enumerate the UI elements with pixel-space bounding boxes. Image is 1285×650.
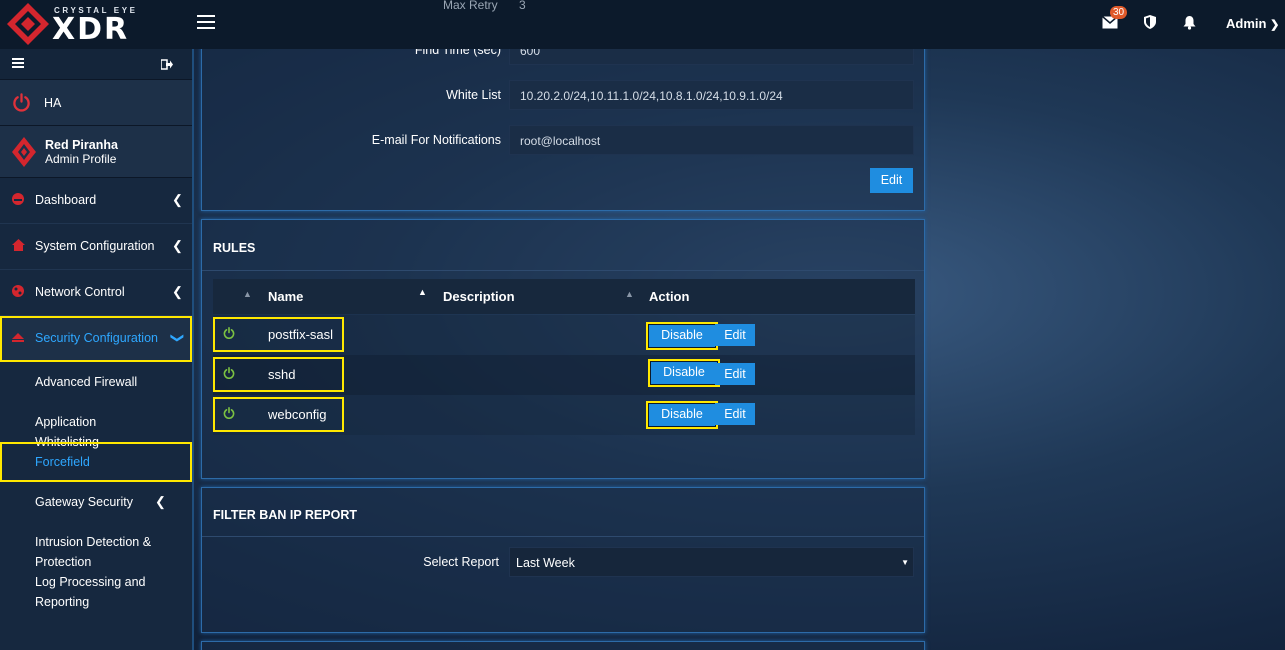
mail-count-badge: 30 [1110, 6, 1128, 19]
sidebar-subitem-application-whitelisting[interactable]: Application Whitelisting [0, 402, 192, 449]
profile-role: Admin Profile [45, 152, 117, 166]
power-icon [13, 93, 30, 112]
sidebar-item-dashboard[interactable]: Dashboard ❮ [0, 178, 192, 224]
sidebar-subitem-intrusion-detection[interactable]: Intrusion Detection & Protection [0, 522, 192, 569]
sidebar-item-label: Dashboard [35, 193, 97, 207]
report-select-value: Last Week [516, 556, 575, 570]
sidebar-subitem-label: Advanced Firewall [35, 375, 138, 389]
rules-table-header: ▲ Name ▲ Description ▲ Action [213, 279, 915, 314]
column-header-description[interactable]: Description [443, 289, 515, 304]
sidebar-item-label: Network Control [35, 285, 125, 299]
security-cap-icon [12, 333, 24, 342]
white-list-field[interactable]: 10.20.2.0/24,10.11.1.0/24,10.8.1.0/24,10… [509, 80, 914, 110]
sidebar-subitem-forcefield[interactable]: Forcefield [0, 442, 192, 482]
email-label: E-mail For Notifications [371, 133, 501, 147]
profile-name: Red Piranha [45, 138, 118, 152]
report-select[interactable]: Last Week ▼ [509, 547, 914, 577]
edit-button[interactable]: Edit [715, 324, 755, 346]
sidebar-item-system-configuration[interactable]: System Configuration ❮ [0, 224, 192, 270]
select-report-label: Select Report [423, 555, 499, 569]
chevron-left-icon: ❮ [172, 284, 183, 299]
white-list-label: White List [446, 88, 501, 102]
sort-icon[interactable]: ▲ [243, 289, 252, 299]
chevron-left-icon: ❮ [155, 494, 166, 509]
filter-ban-ip-report-panel: FILTER BAN IP REPORT Select Report Last … [201, 487, 925, 633]
sidebar-ha[interactable]: HA [0, 80, 192, 126]
rule-name-cell: sshd [213, 357, 344, 392]
sidebar-subitem-label: Forcefield [35, 455, 90, 469]
sidebar-subitem-log-processing[interactable]: Log Processing and Reporting [0, 562, 192, 609]
disable-button[interactable]: Disable [648, 359, 720, 387]
edit-button[interactable]: Edit [715, 363, 755, 385]
rule-name: webconfig [268, 407, 327, 422]
admin-label: Admin [1226, 16, 1267, 31]
sidebar-subitem-label: Gateway Security [35, 495, 133, 509]
home-icon [12, 239, 25, 251]
max-retry-label: Max Retry [443, 0, 498, 12]
settings-panel: Find Time (sec) 600 White List 10.20.2.0… [201, 30, 925, 211]
column-header-name[interactable]: Name [268, 289, 303, 304]
sidebar-profile[interactable]: Red Piranha Admin Profile [0, 126, 192, 178]
white-list-row: White List 10.20.2.0/24,10.11.1.0/24,10.… [202, 80, 926, 110]
dashboard-gauge-icon [12, 193, 24, 205]
edit-button[interactable]: Edit [715, 403, 755, 425]
rule-name-cell: webconfig [213, 397, 344, 432]
rules-title: RULES [213, 241, 256, 255]
email-row: E-mail For Notifications root@localhost [202, 125, 926, 155]
sort-asc-icon[interactable]: ▲ [418, 287, 427, 297]
next-panel-edge [201, 641, 925, 650]
profile-avatar-icon [12, 137, 36, 167]
sidebar-subitem-gateway-security[interactable]: Gateway Security ❮ [0, 482, 192, 522]
caret-down-icon: ▼ [901, 558, 909, 567]
logout-icon[interactable] [161, 59, 173, 70]
disable-button[interactable]: Disable [646, 401, 718, 429]
report-divider [202, 536, 924, 537]
sidebar-item-label: Security Configuration [35, 331, 158, 345]
rule-name: sshd [268, 367, 296, 382]
sort-icon[interactable]: ▲ [625, 289, 634, 299]
sidebar-subitem-label: Log Processing and Reporting [35, 575, 146, 609]
max-retry-value: 3 [519, 0, 526, 12]
rule-name-cell: postfix-sasl [213, 317, 344, 352]
hamburger-menu-icon[interactable] [197, 15, 215, 31]
sidebar-toolbar [0, 49, 192, 80]
report-title: FILTER BAN IP REPORT [213, 508, 357, 522]
ha-label: HA [44, 96, 62, 110]
sidebar-item-network-control[interactable]: Network Control ❮ [0, 270, 192, 316]
network-globe-icon [12, 285, 24, 297]
shield-icon[interactable] [1144, 15, 1156, 29]
rules-divider [202, 270, 924, 271]
power-icon[interactable] [223, 407, 235, 419]
settings-edit-button[interactable]: Edit [870, 168, 913, 193]
power-icon[interactable] [223, 327, 235, 339]
rules-panel: RULES ▲ Name ▲ Description ▲ Action post… [201, 219, 925, 479]
power-icon[interactable] [223, 367, 235, 379]
logo-mark-icon [7, 3, 49, 45]
rule-name: postfix-sasl [268, 327, 334, 342]
chevron-down-icon: ❯ [170, 332, 186, 344]
logo[interactable]: CRYSTAL EYE XDR [0, 0, 196, 49]
sidebar-item-security-configuration[interactable]: Security Configuration ❯ [0, 316, 192, 362]
chevron-down-icon: ❯ [1270, 19, 1280, 31]
chevron-left-icon: ❮ [172, 238, 183, 253]
table-row: postfix-sasl Disable Edit [213, 315, 915, 355]
sidebar-menu-icon[interactable] [12, 58, 24, 68]
bell-icon[interactable] [1183, 15, 1196, 30]
admin-user-menu[interactable]: Admin ❯ [1226, 16, 1279, 31]
column-header-action: Action [649, 289, 690, 304]
table-row: webconfig Disable Edit [213, 395, 915, 435]
top-bar: CRYSTAL EYE XDR 30 Admin ❯ [0, 0, 1285, 49]
sidebar: HA Red Piranha Admin Profile Dashboard ❮… [0, 49, 194, 650]
table-row: sshd Disable Edit [213, 355, 915, 395]
sidebar-subitem-advanced-firewall[interactable]: Advanced Firewall [0, 362, 192, 402]
chevron-left-icon: ❮ [172, 192, 183, 207]
sidebar-item-label: System Configuration [35, 239, 155, 253]
logo-title: XDR [52, 12, 130, 47]
disable-button[interactable]: Disable [646, 322, 718, 350]
email-field[interactable]: root@localhost [509, 125, 914, 155]
